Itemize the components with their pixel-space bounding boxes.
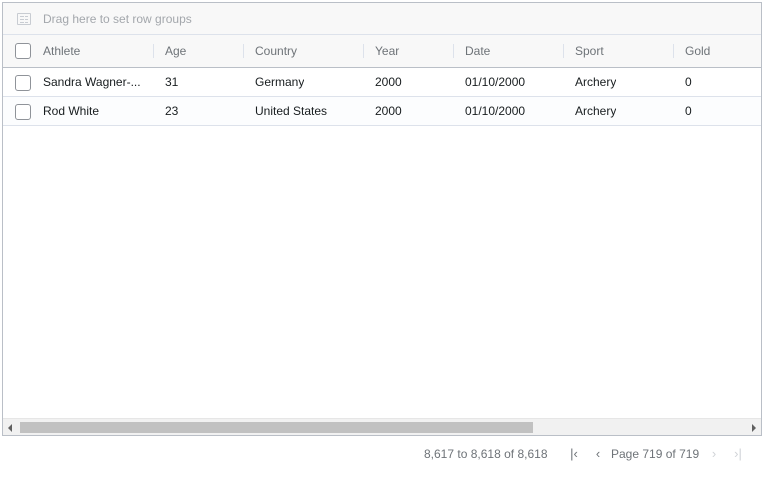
summary-from: 8,617 (424, 447, 455, 461)
column-resize-handle[interactable] (153, 44, 154, 58)
header-date[interactable]: Date (465, 35, 490, 67)
page-word: Page (611, 447, 640, 461)
next-page-icon: › (711, 446, 717, 461)
last-page-button[interactable]: ›| (730, 446, 746, 462)
first-page-button[interactable]: |‹ (566, 446, 582, 462)
row-checkbox[interactable] (15, 104, 31, 120)
summary-to-word: to (457, 447, 468, 461)
row-summary: 8,617 to 8,618 of 8,618 (424, 447, 548, 461)
cell-age: 23 (165, 104, 179, 118)
horizontal-scrollbar[interactable] (3, 418, 761, 435)
previous-page-icon: ‹ (595, 446, 601, 461)
scroll-left-icon[interactable] (8, 424, 12, 432)
page-indicator: Page 719 of 719 (611, 447, 699, 461)
page-of-word: of (665, 447, 676, 461)
column-resize-handle[interactable] (243, 44, 244, 58)
table-row[interactable]: Rod White 23 United States 2000 01/10/20… (3, 97, 761, 126)
page-current: 719 (642, 447, 663, 461)
next-page-button[interactable]: › (706, 446, 722, 462)
column-resize-handle[interactable] (363, 44, 364, 58)
row-checkbox[interactable] (15, 75, 31, 91)
cell-age: 31 (165, 75, 179, 89)
summary-total: 8,618 (517, 447, 548, 461)
cell-athlete: Sandra Wagner-... (43, 75, 141, 89)
cell-gold: 0 (685, 104, 692, 118)
cell-date: 01/10/2000 (465, 75, 526, 89)
scroll-right-icon[interactable] (752, 424, 756, 432)
cell-athlete: Rod White (43, 104, 100, 118)
data-grid: Drag here to set row groups Athlete Age … (2, 2, 762, 436)
cell-sport: Archery (575, 75, 617, 89)
summary-of-word: of (504, 447, 515, 461)
row-group-icon (17, 13, 31, 25)
row-group-panel[interactable]: Drag here to set row groups (3, 3, 761, 35)
cell-gold: 0 (685, 75, 692, 89)
header-sport[interactable]: Sport (575, 35, 604, 67)
select-all-checkbox[interactable] (15, 43, 31, 59)
row-group-placeholder: Drag here to set row groups (43, 12, 192, 26)
summary-to: 8,618 (470, 447, 501, 461)
column-resize-handle[interactable] (563, 44, 564, 58)
header-year[interactable]: Year (375, 35, 399, 67)
header-country[interactable]: Country (255, 35, 297, 67)
page-total: 719 (679, 447, 700, 461)
cell-country: Germany (255, 75, 305, 89)
column-resize-handle[interactable] (453, 44, 454, 58)
cell-date: 01/10/2000 (465, 104, 526, 118)
table-row[interactable]: Sandra Wagner-... 31 Germany 2000 01/10/… (3, 68, 761, 97)
column-resize-handle[interactable] (673, 44, 674, 58)
pagination-panel: 8,617 to 8,618 of 8,618 |‹ ‹ Page 719 of… (0, 436, 765, 476)
cell-sport: Archery (575, 104, 617, 118)
last-page-icon: ›| (734, 446, 742, 461)
previous-page-button[interactable]: ‹ (590, 446, 606, 462)
grid-header: Athlete Age Country Year Date Sport Gold (3, 35, 761, 68)
header-athlete[interactable]: Athlete (43, 35, 80, 67)
first-page-icon: |‹ (570, 446, 578, 461)
header-gold[interactable]: Gold (685, 35, 710, 67)
scrollbar-thumb[interactable] (20, 422, 533, 433)
cell-year: 2000 (375, 104, 402, 118)
cell-year: 2000 (375, 75, 402, 89)
cell-country: United States (255, 104, 328, 118)
header-age[interactable]: Age (165, 35, 186, 67)
